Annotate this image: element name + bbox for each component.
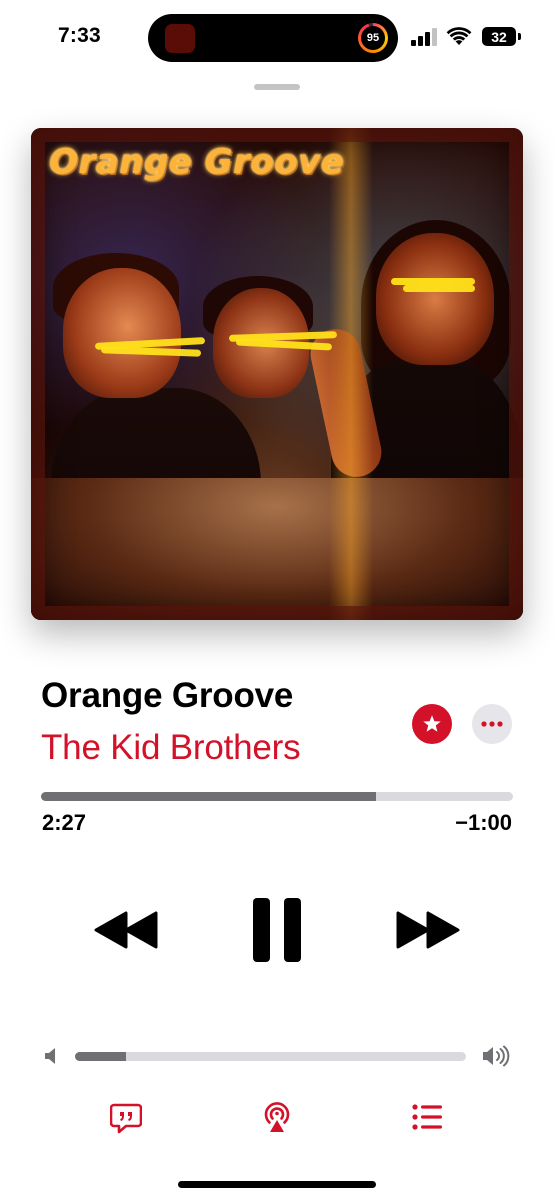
list-icon [412, 1104, 442, 1130]
track-artist[interactable]: The Kid Brothers [41, 728, 301, 768]
track-title[interactable]: Orange Groove [41, 676, 293, 716]
playback-scrubber[interactable] [41, 792, 513, 801]
status-time: 7:33 [58, 24, 101, 47]
favorite-button[interactable] [412, 704, 452, 744]
activity-ring-value: 95 [361, 26, 385, 50]
forward-icon [396, 911, 460, 949]
cellular-signal-icon [411, 28, 439, 46]
dynamic-island[interactable]: 95 [148, 14, 398, 62]
sheet-grabber[interactable] [254, 84, 300, 90]
elapsed-time: 2:27 [42, 810, 87, 835]
pause-icon [253, 898, 301, 962]
home-indicator[interactable] [178, 1181, 376, 1188]
volume-slider[interactable] [75, 1052, 466, 1061]
battery-icon: 32 [482, 27, 516, 46]
lyrics-button[interactable] [110, 1102, 142, 1134]
activity-ring-icon: 95 [358, 23, 388, 53]
now-playing-thumbnail [165, 24, 195, 53]
volume-high-icon [483, 1045, 510, 1067]
fast-forward-button[interactable] [396, 910, 460, 950]
rewind-button[interactable] [94, 910, 158, 950]
queue-button[interactable] [412, 1104, 442, 1130]
more-options-button[interactable] [472, 704, 512, 744]
playback-progress-fill [41, 792, 377, 801]
pause-button[interactable] [250, 896, 304, 964]
battery-cap [518, 33, 521, 40]
airplay-button[interactable] [261, 1100, 293, 1134]
battery-level: 32 [491, 28, 507, 45]
volume-level-fill [75, 1052, 126, 1061]
artwork-title-text: Orange Groove [49, 142, 345, 182]
airplay-icon [264, 1102, 290, 1132]
quote-bubble-icon [110, 1103, 142, 1134]
wifi-icon [446, 27, 472, 45]
album-artwork: Orange Groove [31, 128, 523, 620]
ellipsis-icon [481, 721, 503, 727]
star-icon [423, 715, 441, 732]
remaining-time: −1:00 [455, 810, 512, 835]
backward-icon [94, 911, 158, 949]
volume-low-icon [45, 1048, 55, 1064]
